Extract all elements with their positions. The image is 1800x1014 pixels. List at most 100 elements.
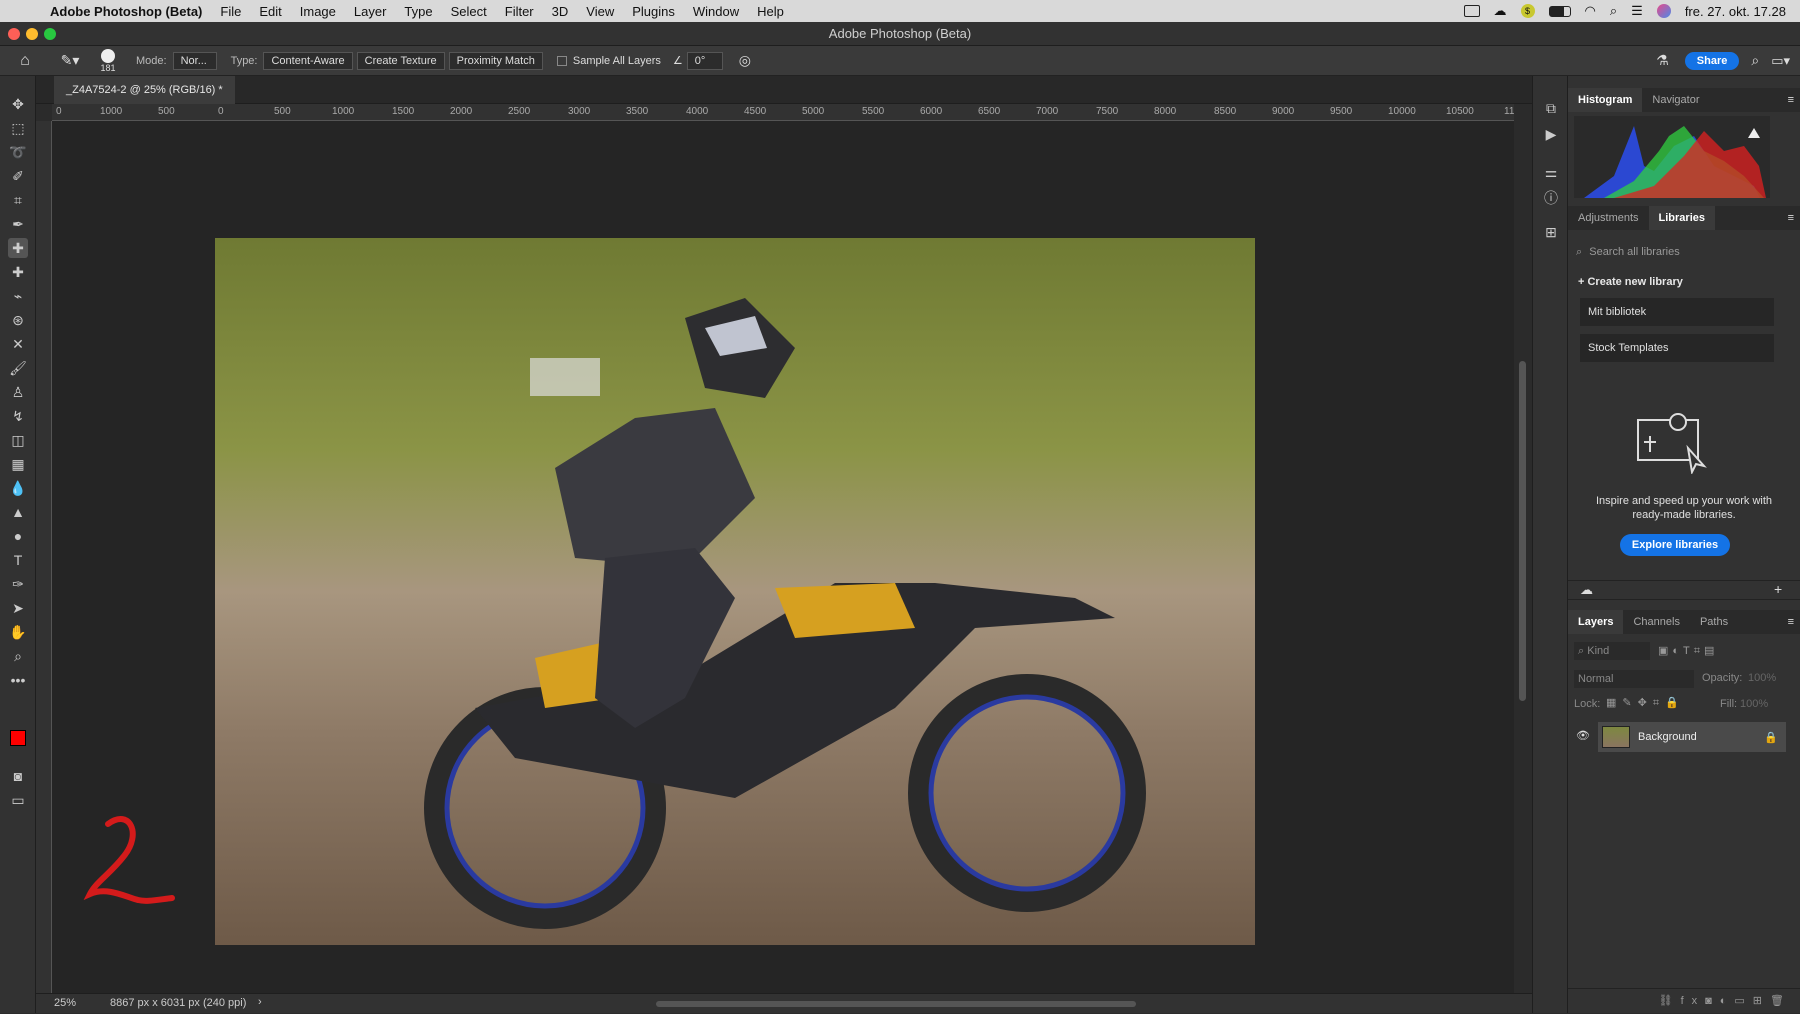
panel-menu-icon[interactable]: ≡ <box>1788 94 1794 106</box>
cloud-status-icon[interactable]: ☁ <box>1494 3 1507 19</box>
pen-tool-icon[interactable]: ✑ <box>8 574 28 594</box>
quick-mask-icon[interactable]: ◙ <box>8 766 28 786</box>
layer-filter-icons[interactable]: ▣◐T⌗▤ <box>1658 644 1718 658</box>
beaker-icon[interactable]: ⚗ <box>1656 52 1669 69</box>
type-tool-icon[interactable]: T <box>8 550 28 570</box>
brush-tool-icon[interactable]: 🖌 <box>8 358 28 378</box>
menu-select[interactable]: Select <box>451 4 487 19</box>
zoom-level[interactable]: 25% <box>54 997 76 1009</box>
properties-icon[interactable]: ⚌ <box>1541 162 1561 182</box>
home-icon[interactable]: ⌂ <box>0 52 50 70</box>
create-library-button[interactable]: + Create new library <box>1578 276 1683 288</box>
content-aware-move-icon[interactable]: ⊛ <box>8 310 28 330</box>
close-window-button[interactable] <box>8 28 20 40</box>
blend-mode-select[interactable]: Normal <box>1574 670 1694 688</box>
clock[interactable]: fre. 27. okt. 17.28 <box>1685 4 1786 19</box>
pressure-icon[interactable]: ◎ <box>739 52 751 69</box>
create-texture-button[interactable]: Create Texture <box>356 51 445 70</box>
minimize-window-button[interactable] <box>26 28 38 40</box>
quick-selection-tool-icon[interactable]: ✐ <box>8 166 28 186</box>
zoom-window-button[interactable] <box>44 28 56 40</box>
red-eye-tool-icon[interactable]: ✕ <box>8 334 28 354</box>
zoom-tool-icon[interactable]: ⌕ <box>8 646 28 666</box>
path-selection-tool-icon[interactable]: ➤ <box>8 598 28 618</box>
move-tool-icon[interactable]: ✥ <box>8 94 28 114</box>
opacity-input[interactable]: 100% <box>1748 672 1776 684</box>
wifi-icon[interactable]: ◠ <box>1585 3 1596 19</box>
s-badge-icon[interactable]: $ <box>1520 4 1535 18</box>
info-icon[interactable]: ⓘ <box>1541 188 1561 208</box>
spot-healing-preset-icon[interactable]: ✎▾ <box>50 52 90 69</box>
tab-adjustments[interactable]: Adjustments <box>1568 206 1649 230</box>
explore-libraries-button[interactable]: Explore libraries <box>1620 534 1730 556</box>
menu-image[interactable]: Image <box>300 4 336 19</box>
proximity-match-button[interactable]: Proximity Match <box>448 51 543 70</box>
document-image[interactable] <box>215 238 1255 945</box>
menu-filter[interactable]: Filter <box>505 4 534 19</box>
library-item[interactable]: Stock Templates <box>1580 334 1774 362</box>
add-icon[interactable]: + <box>1774 581 1782 597</box>
spotlight-icon[interactable]: ⌕ <box>1610 3 1617 19</box>
tab-channels[interactable]: Channels <box>1623 610 1689 634</box>
cloud-icon[interactable]: ☁ <box>1580 582 1593 598</box>
eye-icon[interactable]: 👁 <box>1576 729 1590 742</box>
vertical-scrollbar[interactable] <box>1514 121 1532 993</box>
content-aware-button[interactable]: Content-Aware <box>263 51 353 70</box>
document-tab[interactable]: _Z4A7524-2 @ 25% (RGB/16) * <box>54 76 235 104</box>
panel-menu-icon[interactable]: ≡ <box>1788 616 1794 628</box>
layer-comps-icon[interactable]: ⊞ <box>1541 222 1561 242</box>
lock-icons[interactable]: ▦✎✥⌗🔒 <box>1606 696 1685 710</box>
layer-row[interactable]: 👁 Background 🔒 <box>1576 722 1786 752</box>
foreground-color-swatch[interactable] <box>10 730 26 746</box>
workspace-icon[interactable]: ▭▾ <box>1771 53 1790 69</box>
siri-icon[interactable] <box>1656 4 1671 18</box>
doc-info[interactable]: 8867 px x 6031 px (240 ppi) <box>110 997 246 1009</box>
display-icon[interactable] <box>1463 5 1480 17</box>
lasso-tool-icon[interactable]: ➰ <box>8 142 28 162</box>
screen-mode-icon[interactable]: ▭ <box>8 790 28 810</box>
menu-help[interactable]: Help <box>757 4 784 19</box>
hand-tool-icon[interactable]: ✋ <box>8 622 28 642</box>
clone-stamp-tool-icon[interactable]: ♙ <box>8 382 28 402</box>
brush-size-picker[interactable]: 181 <box>90 48 126 73</box>
eraser-tool-icon[interactable]: ◫ <box>8 430 28 450</box>
search-icon[interactable]: ⌕ <box>1751 52 1759 69</box>
more-tools-icon[interactable]: ••• <box>8 670 28 690</box>
sample-all-checkbox[interactable] <box>556 55 567 66</box>
chevron-right-icon[interactable]: › <box>258 996 262 1008</box>
crop-tool-icon[interactable]: ⌗ <box>8 190 28 210</box>
battery-icon[interactable] <box>1548 5 1571 17</box>
patch-tool-icon[interactable]: ⌁ <box>8 286 28 306</box>
history-brush-icon[interactable]: ↯ <box>8 406 28 426</box>
menu-type[interactable]: Type <box>404 4 432 19</box>
menu-3d[interactable]: 3D <box>552 4 569 19</box>
menu-layer[interactable]: Layer <box>354 4 387 19</box>
menu-window[interactable]: Window <box>693 4 739 19</box>
layers-footer-icons[interactable]: ⛓fx◙◐▭⊞🗑 <box>1568 988 1800 1013</box>
history-icon[interactable]: ⧉ <box>1541 98 1561 118</box>
mode-select[interactable]: Nor... <box>172 51 217 70</box>
tab-paths[interactable]: Paths <box>1690 610 1738 634</box>
menu-file[interactable]: File <box>220 4 241 19</box>
marquee-tool-icon[interactable]: ⬚ <box>8 118 28 138</box>
actions-play-icon[interactable]: ▶ <box>1541 124 1561 144</box>
app-menu[interactable]: Adobe Photoshop (Beta) <box>50 4 202 19</box>
layer-name[interactable]: Background <box>1638 731 1697 743</box>
layer-kind-filter[interactable]: ⌕ Kind <box>1574 642 1650 660</box>
menu-view[interactable]: View <box>586 4 614 19</box>
dodge-tool-icon[interactable]: ● <box>8 526 28 546</box>
fill-input[interactable]: 100% <box>1740 698 1768 710</box>
scroll-thumb[interactable] <box>1519 361 1526 701</box>
sharpen-tool-icon[interactable]: ▲ <box>8 502 28 522</box>
menu-plugins[interactable]: Plugins <box>632 4 675 19</box>
share-button[interactable]: Share <box>1684 51 1740 70</box>
tab-layers[interactable]: Layers <box>1568 610 1624 634</box>
tab-histogram[interactable]: Histogram <box>1568 88 1643 112</box>
library-search[interactable]: ⌕ Search all libraries <box>1576 240 1786 264</box>
healing-brush-tool-icon[interactable]: ✚ <box>8 262 28 282</box>
spot-healing-tool-icon[interactable]: ✚ <box>8 238 28 258</box>
library-item[interactable]: Mit bibliotek <box>1580 298 1774 326</box>
eyedropper-tool-icon[interactable]: ✒ <box>8 214 28 234</box>
panel-menu-icon[interactable]: ≡ <box>1788 212 1794 224</box>
blur-tool-icon[interactable]: 💧 <box>8 478 28 498</box>
